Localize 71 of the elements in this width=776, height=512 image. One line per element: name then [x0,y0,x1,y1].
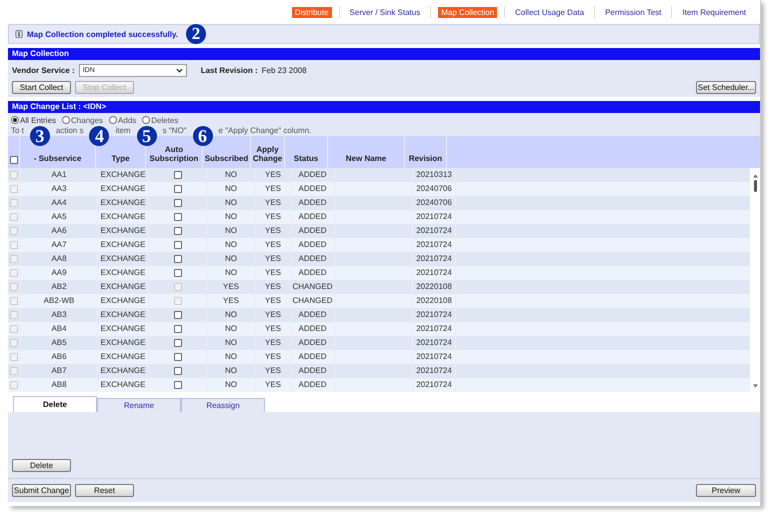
table-cell: 20210724 [413,378,456,392]
row-checkbox[interactable] [10,283,18,291]
auto-subscription-checkbox[interactable] [174,339,182,347]
row-checkbox[interactable] [10,269,18,277]
row-checkbox[interactable] [10,213,18,221]
action-tab[interactable]: Delete [13,396,97,412]
filter-radio[interactable]: Changes [62,116,104,124]
filter-radio[interactable]: Deletes [142,116,178,124]
auto-subscription-checkbox[interactable] [174,199,182,207]
table-cell: YES [256,378,291,392]
row-checkbox[interactable] [10,255,18,263]
auto-subscription-checkbox[interactable] [174,311,182,319]
nav-link[interactable]: Item Requirement [679,6,749,18]
chevron-icon [176,68,183,73]
table-cell: ADDED [291,378,335,392]
row-checkbox[interactable] [10,297,18,305]
row-checkbox[interactable] [10,325,18,333]
callout-badge: 2 [186,24,206,44]
delete-button[interactable]: Delete [12,459,71,472]
success-message: Map Collection completed successfully. [27,30,178,38]
hint-text: action s [56,126,84,135]
row-checkbox[interactable] [10,367,18,375]
scheduler-button[interactable]: Set Scheduler... [696,81,756,94]
auto-subscription-checkbox[interactable] [174,367,182,375]
nav-link[interactable]: Collect Usage Data [512,6,588,18]
table-cell: NO [207,378,256,392]
section-title: Map Collection [12,49,69,58]
row-checkbox[interactable] [10,171,18,179]
nav-link[interactable]: Permission Test [602,6,664,18]
section-title: Map Change List : <IDN> [12,102,106,111]
row-checkbox[interactable] [10,381,18,389]
filter-radio[interactable]: Adds [109,116,136,124]
row-checkbox[interactable] [10,241,18,249]
auto-subscription-checkbox[interactable] [174,185,182,193]
action-tab[interactable]: Reassign [181,398,265,412]
vendor-label: Vendor Service : [12,66,75,75]
table-cell: AB8 [21,378,98,392]
auto-subscription-checkbox[interactable] [174,353,182,361]
action-tab[interactable]: Rename [97,398,181,412]
preview-button[interactable]: Preview [696,484,756,497]
nav-link[interactable]: Server / Sink Status [346,6,424,18]
revision-value: Feb 23 2008 [262,66,307,75]
hint-text: To t [11,126,24,135]
info-icon [15,30,23,38]
hint-text: item [115,126,131,135]
revision-label: Last Revision : [200,66,258,75]
auto-subscription-checkbox[interactable] [174,241,182,249]
callout-badge: 3 [30,126,50,146]
row-checkbox[interactable] [10,185,18,193]
row-checkbox[interactable] [10,353,18,361]
auto-subscription-checkbox[interactable] [174,325,182,333]
scroll-down-icon[interactable] [752,384,758,388]
auto-subscription-checkbox[interactable] [174,171,182,179]
row-checkbox[interactable] [10,227,18,235]
hint-text: e "Apply Change" column. [218,126,312,135]
footer-button[interactable]: Submit Change [12,484,71,497]
select-all-checkbox[interactable] [10,156,18,164]
row-checkbox[interactable] [10,339,18,347]
auto-subscription-checkbox[interactable] [174,255,182,263]
collect-button[interactable]: Start Collect [12,81,71,94]
auto-subscription-checkbox[interactable] [174,381,182,389]
auto-subscription-checkbox[interactable] [174,269,182,277]
filter-radio[interactable]: All Entries [11,116,56,124]
table-cell: EXCHANGE [98,378,149,392]
row-checkbox[interactable] [10,199,18,207]
row-checkbox[interactable] [10,311,18,319]
footer-button[interactable]: Reset [75,484,134,497]
auto-subscription-checkbox[interactable] [174,227,182,235]
hint-text: s "NO" [162,126,187,135]
scroll-up-icon[interactable] [752,174,758,178]
auto-subscription-checkbox[interactable] [174,213,182,221]
